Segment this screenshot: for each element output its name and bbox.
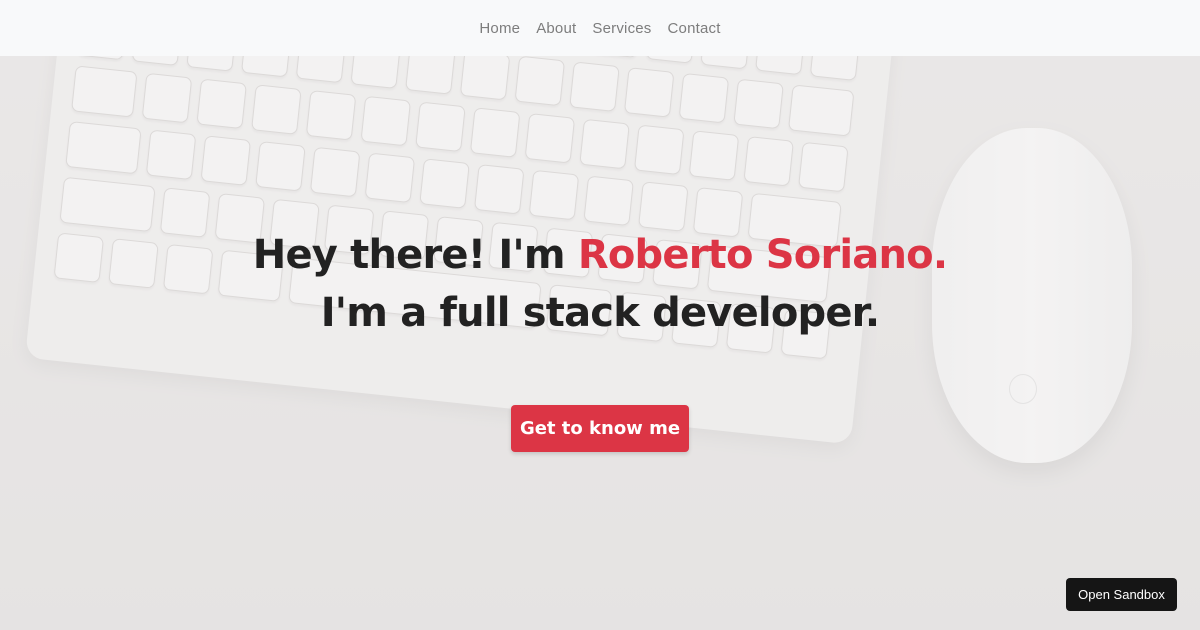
hero-headline: Hey there! I'm Roberto Soriano. I'm a fu…: [0, 226, 1200, 342]
top-navbar: Home About Services Contact: [0, 0, 1200, 56]
open-sandbox-button[interactable]: Open Sandbox: [1066, 578, 1177, 611]
nav-link-home[interactable]: Home: [471, 20, 528, 37]
hero-content: Hey there! I'm Roberto Soriano. I'm a fu…: [0, 226, 1200, 342]
hero-greeting: Hey there! I'm: [252, 232, 578, 278]
nav-link-about[interactable]: About: [528, 20, 584, 37]
hero-name: Roberto Soriano.: [577, 232, 948, 278]
hero-tagline: I'm a full stack developer.: [320, 290, 880, 336]
get-to-know-me-button[interactable]: Get to know me: [511, 405, 689, 452]
nav-link-contact[interactable]: Contact: [660, 20, 729, 37]
nav-link-services[interactable]: Services: [584, 20, 659, 37]
